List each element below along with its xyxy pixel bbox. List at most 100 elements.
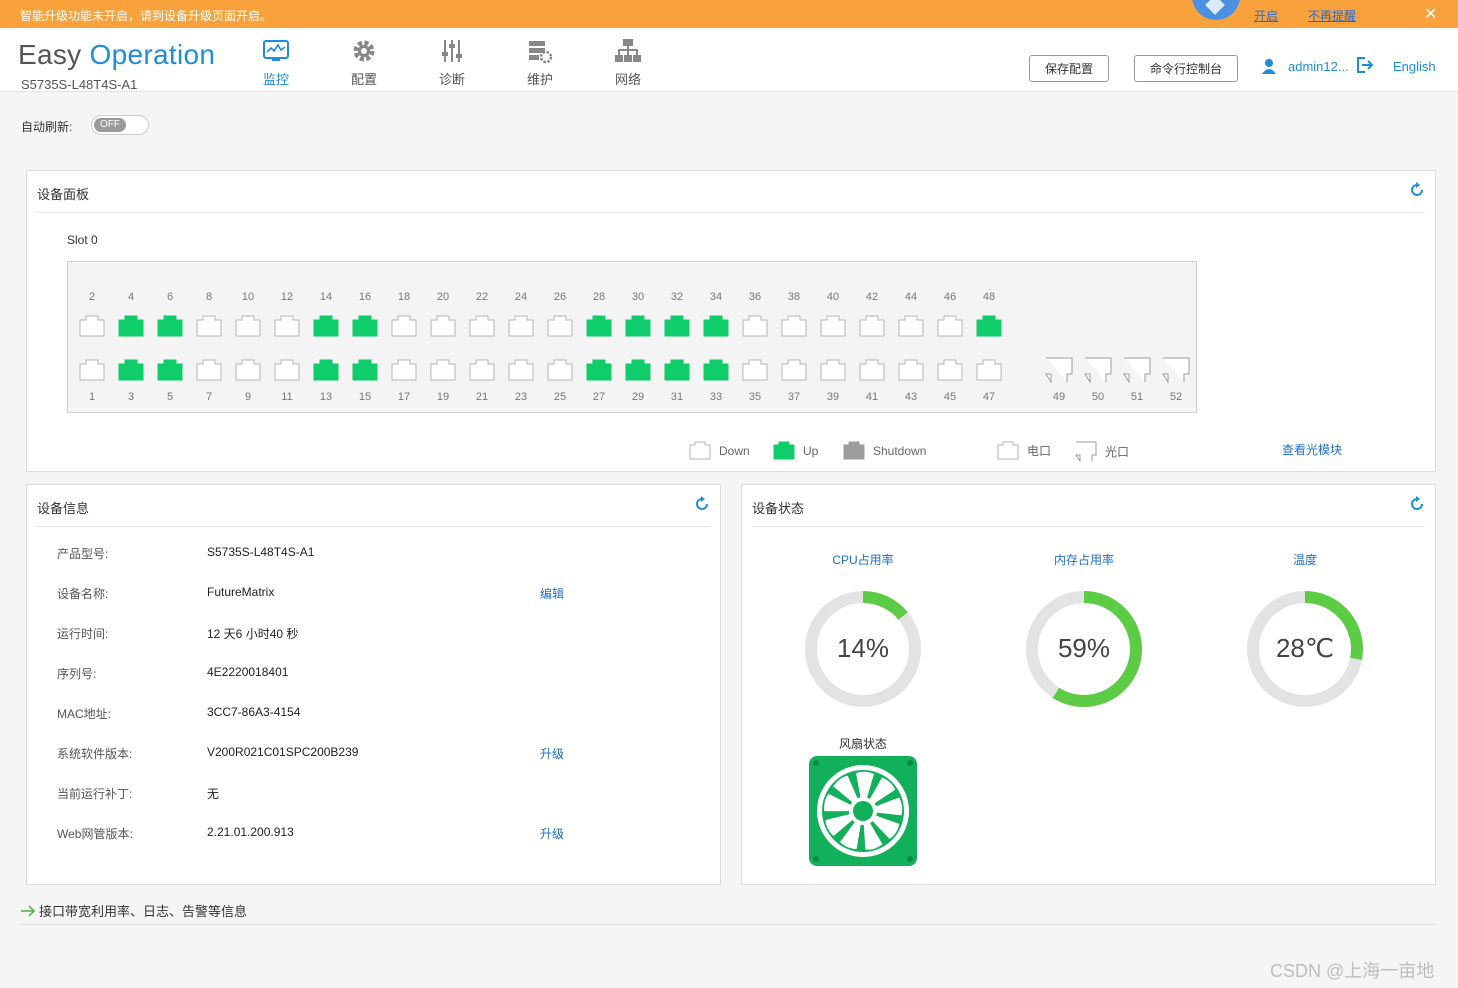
language-switch[interactable]: English bbox=[1393, 59, 1436, 74]
port-23-down[interactable] bbox=[508, 359, 534, 381]
refresh-icon[interactable] bbox=[693, 495, 711, 513]
port-18-down[interactable] bbox=[391, 315, 417, 337]
port-17-down[interactable] bbox=[391, 359, 417, 381]
port-34-up[interactable] bbox=[703, 315, 729, 337]
memory-gauge-value: 59% bbox=[1057, 633, 1111, 663]
port-1-down[interactable] bbox=[79, 359, 105, 381]
port-16-up[interactable] bbox=[352, 315, 378, 337]
port-number-38: 38 bbox=[787, 291, 801, 303]
port-43-down[interactable] bbox=[898, 359, 924, 381]
sfp-port-52[interactable] bbox=[1162, 357, 1190, 384]
port-number-8: 8 bbox=[205, 291, 213, 303]
port-47-down[interactable] bbox=[976, 359, 1002, 381]
port-37-down[interactable] bbox=[781, 359, 807, 381]
user-menu[interactable]: admin12... bbox=[1262, 58, 1349, 74]
more-info-link[interactable]: 接口带宽利用率、日志、告警等信息 bbox=[20, 901, 247, 920]
port-12-down[interactable] bbox=[274, 315, 300, 337]
nav-diagnose[interactable]: 诊断 bbox=[422, 38, 482, 88]
port-13-up[interactable] bbox=[313, 359, 339, 381]
port-number-50: 50 bbox=[1091, 391, 1105, 403]
port-3-up[interactable] bbox=[118, 359, 144, 381]
port-11-down[interactable] bbox=[274, 359, 300, 381]
port-number-33: 33 bbox=[709, 391, 723, 403]
port-42-down[interactable] bbox=[859, 315, 885, 337]
port-number-5: 5 bbox=[166, 391, 174, 403]
enable-upgrade-link[interactable]: 开启 bbox=[1254, 7, 1278, 24]
port-5-up[interactable] bbox=[157, 359, 183, 381]
port-48-up[interactable] bbox=[976, 315, 1002, 337]
electric-port-icon bbox=[997, 441, 1019, 460]
port-30-up[interactable] bbox=[625, 315, 651, 337]
nav-maintain[interactable]: 维护 bbox=[510, 38, 570, 88]
sfp-port-51[interactable] bbox=[1123, 357, 1151, 384]
slot-label: Slot 0 bbox=[67, 233, 98, 247]
save-config-button[interactable]: 保存配置 bbox=[1029, 55, 1109, 82]
port-number-26: 26 bbox=[553, 291, 567, 303]
cli-console-button[interactable]: 命令行控制台 bbox=[1134, 55, 1238, 82]
port-number-1: 1 bbox=[88, 391, 96, 403]
port-44-down[interactable] bbox=[898, 315, 924, 337]
sfp-port-49[interactable] bbox=[1045, 357, 1073, 384]
legend-shutdown-label: Shutdown bbox=[873, 443, 927, 458]
port-number-41: 41 bbox=[865, 391, 879, 403]
no-remind-link[interactable]: 不再提醒 bbox=[1308, 7, 1356, 24]
upgrade-link[interactable]: 升级 bbox=[540, 745, 564, 762]
port-2-down[interactable] bbox=[79, 315, 105, 337]
port-29-up[interactable] bbox=[625, 359, 651, 381]
legend-shutdown: Shutdown bbox=[843, 441, 926, 460]
port-41-down[interactable] bbox=[859, 359, 885, 381]
auto-refresh-toggle[interactable]: OFF bbox=[91, 115, 149, 135]
port-25-down[interactable] bbox=[547, 359, 573, 381]
brand-word-easy: Easy bbox=[18, 39, 82, 70]
app-header: Easy Operation S5735S-L48T4S-A1 监控 配置 诊断… bbox=[0, 28, 1458, 92]
port-8-down[interactable] bbox=[196, 315, 222, 337]
port-20-down[interactable] bbox=[430, 315, 456, 337]
port-40-down[interactable] bbox=[820, 315, 846, 337]
close-icon[interactable]: ✕ bbox=[1424, 4, 1437, 24]
nav-config[interactable]: 配置 bbox=[334, 38, 394, 88]
upgrade-link[interactable]: 升级 bbox=[540, 825, 564, 842]
port-number-52: 52 bbox=[1169, 391, 1183, 403]
port-26-down[interactable] bbox=[547, 315, 573, 337]
port-24-down[interactable] bbox=[508, 315, 534, 337]
nav-monitor[interactable]: 监控 bbox=[246, 38, 306, 88]
port-39-down[interactable] bbox=[820, 359, 846, 381]
user-icon bbox=[1262, 59, 1276, 74]
port-7-down[interactable] bbox=[196, 359, 222, 381]
refresh-icon[interactable] bbox=[1408, 495, 1426, 513]
port-4-up[interactable] bbox=[118, 315, 144, 337]
sliders-icon bbox=[422, 38, 482, 66]
port-36-down[interactable] bbox=[742, 315, 768, 337]
port-9-down[interactable] bbox=[235, 359, 261, 381]
port-46-down[interactable] bbox=[937, 315, 963, 337]
port-31-up[interactable] bbox=[664, 359, 690, 381]
sfp-port-50[interactable] bbox=[1084, 357, 1112, 384]
maintenance-icon bbox=[510, 38, 570, 66]
port-14-up[interactable] bbox=[313, 315, 339, 337]
port-27-up[interactable] bbox=[586, 359, 612, 381]
port-number-11: 11 bbox=[281, 391, 293, 403]
port-number-12: 12 bbox=[280, 291, 294, 303]
port-35-down[interactable] bbox=[742, 359, 768, 381]
view-optical-module-link[interactable]: 查看光模块 bbox=[1282, 441, 1342, 458]
panel-divider bbox=[752, 526, 1425, 527]
port-number-51: 51 bbox=[1130, 391, 1144, 403]
port-10-down[interactable] bbox=[235, 315, 261, 337]
more-info-label: 接口带宽利用率、日志、告警等信息 bbox=[39, 904, 248, 919]
refresh-icon[interactable] bbox=[1408, 181, 1426, 199]
port-45-down[interactable] bbox=[937, 359, 963, 381]
port-38-down[interactable] bbox=[781, 315, 807, 337]
port-6-up[interactable] bbox=[157, 315, 183, 337]
logout-icon[interactable] bbox=[1356, 56, 1374, 74]
edit-name-link[interactable]: 编辑 bbox=[540, 585, 564, 602]
port-28-up[interactable] bbox=[586, 315, 612, 337]
port-32-up[interactable] bbox=[664, 315, 690, 337]
port-19-down[interactable] bbox=[430, 359, 456, 381]
port-21-down[interactable] bbox=[469, 359, 495, 381]
cpu-gauge-title: CPU占用率 bbox=[832, 553, 894, 567]
port-33-up[interactable] bbox=[703, 359, 729, 381]
port-22-down[interactable] bbox=[469, 315, 495, 337]
nav-network[interactable]: 网络 bbox=[598, 38, 658, 88]
port-15-up[interactable] bbox=[352, 359, 378, 381]
port-number-48: 48 bbox=[982, 291, 996, 303]
